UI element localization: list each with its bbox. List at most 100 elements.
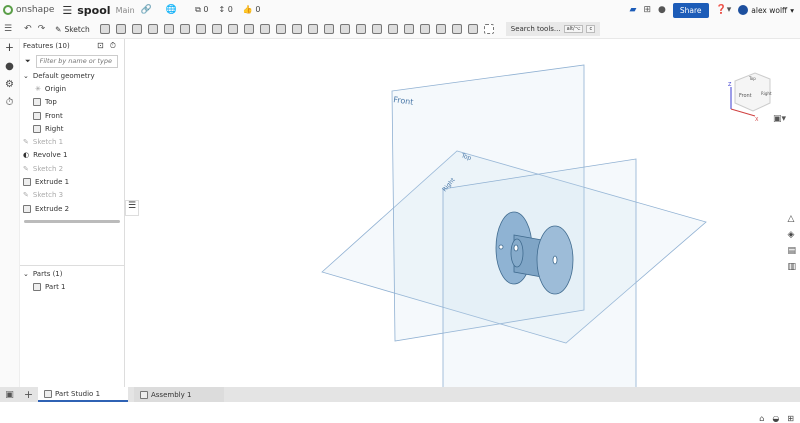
- rib-tool-icon[interactable]: [227, 24, 238, 34]
- panel-divider[interactable]: [20, 265, 124, 266]
- tab-part-studio-1[interactable]: Part Studio 1: [38, 387, 128, 402]
- chevron-down-icon[interactable]: ⌄: [23, 270, 29, 278]
- feature-list-toggle-icon[interactable]: ☰: [125, 200, 139, 216]
- comments-icon[interactable]: ●: [5, 61, 14, 72]
- user-name: alex wolff: [751, 5, 788, 15]
- split-tool-icon[interactable]: [339, 24, 350, 34]
- filter-input[interactable]: [35, 54, 118, 68]
- user-menu[interactable]: alex wolff ▾: [738, 5, 794, 15]
- shell-tool-icon[interactable]: [243, 24, 254, 34]
- sketch-icon: ✎: [23, 191, 29, 200]
- onshape-logo[interactable]: onshape: [3, 5, 54, 15]
- sheet-metal-tool-icon[interactable]: [419, 24, 430, 34]
- plane-icon: [33, 98, 41, 107]
- item-label: Extrude 2: [35, 204, 70, 213]
- branches-count[interactable]: ↕ 0: [218, 5, 232, 15]
- tab-assembly-1[interactable]: Assembly 1: [134, 387, 224, 402]
- measure-tool-icon[interactable]: [467, 24, 478, 34]
- tree-item-sketch-1[interactable]: ✎ Sketch 1: [20, 135, 124, 148]
- sweep-tool-icon[interactable]: [131, 24, 142, 34]
- menu-icon[interactable]: ☰: [62, 4, 72, 17]
- surface-tool-icon[interactable]: [435, 24, 446, 34]
- link-icon[interactable]: 🔗: [141, 5, 152, 15]
- feature-list-icon[interactable]: ☰: [4, 24, 12, 34]
- tree-item-right[interactable]: Right: [20, 122, 124, 135]
- item-label: Origin: [44, 84, 67, 93]
- pattern-tool-icon[interactable]: [291, 24, 302, 34]
- item-label: Right: [45, 124, 64, 133]
- chevron-down-icon[interactable]: ⌄: [23, 72, 29, 80]
- draft-tool-icon[interactable]: [211, 24, 222, 34]
- tree-item-sketch-2[interactable]: ✎ Sketch 2: [20, 162, 124, 175]
- tree-item-extrude-1[interactable]: Extrude 1: [20, 175, 124, 188]
- add-feature-icon[interactable]: ⵜ: [6, 43, 14, 54]
- view-cube-right[interactable]: Right: [761, 91, 772, 96]
- document-title[interactable]: spool: [77, 4, 110, 17]
- undo-icon[interactable]: ↶: [24, 24, 32, 34]
- share-button[interactable]: Share: [672, 2, 709, 18]
- add-tab-icon[interactable]: +: [19, 388, 38, 401]
- tree-item-origin[interactable]: ✳ Origin: [20, 82, 124, 95]
- horizontal-scrollbar[interactable]: [24, 220, 120, 224]
- filter-icon[interactable]: ⏷: [25, 57, 31, 66]
- point-icon: ✳: [35, 84, 41, 93]
- loft-tool-icon[interactable]: [147, 24, 158, 34]
- tree-item-extrude-2[interactable]: Extrude 2: [20, 202, 124, 215]
- help-icon[interactable]: ❓▾: [716, 5, 732, 15]
- shortcut-key: alt/⌥: [563, 25, 584, 33]
- rollback-icon[interactable]: ⏱: [110, 41, 116, 51]
- view-cube-front[interactable]: Front: [739, 93, 752, 99]
- sketch-icon: ✎: [23, 138, 29, 147]
- section-view-icon[interactable]: △: [787, 214, 796, 224]
- search-tools-button[interactable]: Search tools... alt/⌥ c: [505, 22, 601, 36]
- tree-item-revolve-1[interactable]: ◐ Revolve 1: [20, 149, 124, 162]
- part-item[interactable]: Part 1: [20, 280, 124, 293]
- item-label: Top: [45, 98, 57, 107]
- configurations-icon[interactable]: ⚙: [5, 79, 14, 90]
- curve-tool-icon[interactable]: [451, 24, 462, 34]
- versions-count[interactable]: ⧉ 0: [195, 5, 208, 15]
- tree-item-sketch-3[interactable]: ✎ Sketch 3: [20, 189, 124, 202]
- sketch-button[interactable]: ✎ Sketch: [51, 25, 94, 34]
- apps-icon[interactable]: ⊞: [643, 5, 651, 15]
- globe-icon[interactable]: 🌐: [166, 5, 177, 15]
- fillet-tool-icon[interactable]: [179, 24, 190, 34]
- view-cube[interactable]: Front Top Right Z X: [728, 72, 772, 123]
- delete-part-tool-icon[interactable]: [371, 24, 382, 34]
- notifications-icon[interactable]: ▰: [630, 5, 637, 15]
- view-cube-top[interactable]: Top: [748, 76, 756, 81]
- chamfer-tool-icon[interactable]: [195, 24, 206, 34]
- render-mode-icon[interactable]: ▣▾: [773, 114, 787, 124]
- model-view[interactable]: Front Top Right Front Top Right Z X ▣▾: [125, 39, 800, 390]
- redo-icon[interactable]: ↷: [38, 24, 46, 34]
- parts-group[interactable]: ⌄ Parts (1): [20, 267, 124, 280]
- mass-properties-icon[interactable]: ▤: [787, 246, 796, 256]
- thicken-tool-icon[interactable]: [163, 24, 174, 34]
- learning-icon[interactable]: ●: [658, 5, 666, 15]
- add-folder-icon[interactable]: ⊡: [97, 41, 104, 51]
- plane-tool-icon[interactable]: [387, 24, 398, 34]
- tree-item-front[interactable]: Front: [20, 109, 124, 122]
- boolean-tool-icon[interactable]: [323, 24, 334, 34]
- likes-count[interactable]: 👍 0: [243, 5, 261, 15]
- extrude-tool-icon[interactable]: [99, 24, 110, 34]
- view-mode-icon[interactable]: ◒: [772, 414, 779, 423]
- mate-connector-tool-icon[interactable]: [403, 24, 414, 34]
- cylinder-tool-icon[interactable]: [275, 24, 286, 34]
- history-icon[interactable]: ⏱: [6, 97, 14, 108]
- tab-manager-icon[interactable]: ▣: [0, 390, 19, 400]
- zoom-fit-icon[interactable]: ⌂: [759, 414, 764, 423]
- variables-icon[interactable]: ▥: [787, 262, 796, 272]
- add-custom-feature-icon[interactable]: [483, 24, 494, 34]
- transform-tool-icon[interactable]: [355, 24, 366, 34]
- hole-tool-icon[interactable]: [259, 24, 270, 34]
- default-geometry-group[interactable]: ⌄ Default geometry: [20, 69, 124, 82]
- revolve-tool-icon[interactable]: [115, 24, 126, 34]
- grid-icon[interactable]: ⊞: [787, 414, 794, 423]
- item-label: Front: [45, 111, 63, 120]
- branch-name[interactable]: Main: [116, 6, 135, 15]
- mirror-tool-icon[interactable]: [307, 24, 318, 34]
- tree-item-top[interactable]: Top: [20, 96, 124, 109]
- 3d-viewport[interactable]: Front Top Right Front Top Right Z X ▣▾ △…: [125, 39, 800, 423]
- appearance-icon[interactable]: ◈: [787, 230, 796, 240]
